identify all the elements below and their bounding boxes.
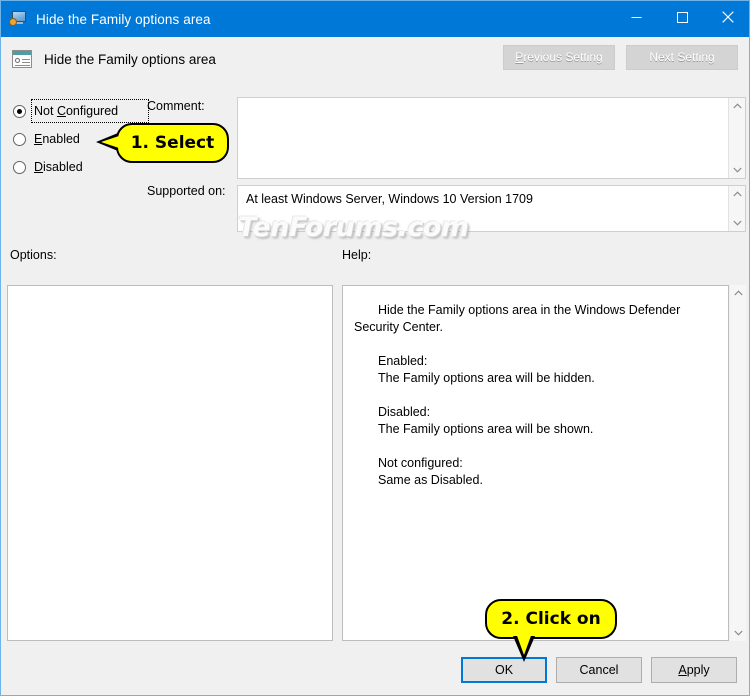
radio-not-configured[interactable]: Not Configured (13, 97, 149, 125)
radio-disabled-indicator[interactable] (13, 160, 26, 174)
supported-on-scrollbar[interactable] (728, 186, 745, 231)
callout-step-1-label: 1. Select (130, 133, 215, 153)
policy-setting-icon (9, 10, 27, 28)
supported-on-label: Supported on: (147, 184, 226, 198)
callout-step-1: 1. Select (96, 123, 229, 163)
maximize-button[interactable] (659, 1, 705, 33)
window-controls (613, 1, 749, 33)
supported-on-value: At least Windows Server, Windows 10 Vers… (246, 192, 533, 206)
callout-step-2-label: 2. Click on (501, 609, 601, 629)
callout-step-2: 2. Click on (485, 599, 617, 662)
next-setting-button[interactable]: Next Setting (626, 45, 738, 70)
callout-2-tail-fill (516, 633, 532, 655)
help-panel: Hide the Family options area in the Wind… (342, 285, 729, 641)
minimize-icon (631, 16, 641, 18)
apply-button[interactable]: Apply (651, 657, 737, 683)
previous-setting-button[interactable]: Previous Setting (503, 45, 615, 70)
radio-not-configured-indicator[interactable] (13, 104, 26, 118)
title-bar: Hide the Family options area (1, 1, 749, 37)
help-spacer-2 (354, 387, 716, 404)
next-setting-label: Next Setting (649, 50, 715, 64)
help-disabled-body: The Family options area will be shown. (378, 422, 594, 436)
setting-title: Hide the Family options area (44, 51, 216, 67)
gpedit-setting-icon (12, 50, 32, 68)
scroll-up-icon[interactable] (733, 285, 743, 301)
scroll-up-icon[interactable] (732, 186, 742, 202)
setting-header: Hide the Family options area Previous Se… (2, 37, 749, 81)
help-spacer-3 (354, 438, 716, 455)
scroll-down-icon[interactable] (732, 162, 742, 178)
maximize-icon (676, 11, 688, 23)
cancel-button[interactable]: Cancel (556, 657, 642, 683)
scroll-down-icon[interactable] (732, 215, 742, 231)
comment-field[interactable] (237, 97, 746, 179)
close-icon (722, 11, 734, 23)
comment-input[interactable] (238, 98, 728, 178)
comment-scrollbar[interactable] (728, 98, 745, 178)
scroll-down-icon[interactable] (733, 625, 743, 641)
help-notconfigured-body: Same as Disabled. (378, 473, 483, 487)
close-button[interactable] (705, 1, 749, 33)
minimize-button[interactable] (613, 1, 659, 33)
previous-setting-label-rest: revious Setting (523, 50, 603, 64)
help-notconfigured-heading: Not configured: (378, 456, 463, 470)
scroll-up-icon[interactable] (732, 98, 742, 114)
help-enabled-body: The Family options area will be hidden. (378, 371, 595, 385)
window-title: Hide the Family options area (36, 11, 211, 27)
radio-enabled-label: Enabled (34, 132, 80, 146)
options-label: Options: (10, 248, 57, 262)
dialog-button-bar: OK Cancel Apply (461, 657, 737, 683)
callout-1-tail-fill (101, 136, 119, 148)
comment-label: Comment: (147, 99, 205, 113)
group-policy-setting-dialog: Hide the Family options area Hide the Fa… (0, 0, 750, 696)
help-spacer-1 (354, 336, 716, 353)
help-scrollbar[interactable] (730, 285, 746, 641)
options-panel[interactable] (7, 285, 333, 641)
help-enabled-heading: Enabled: (378, 354, 428, 368)
help-intro: Hide the Family options area in the Wind… (354, 303, 681, 334)
radio-disabled-label: Disabled (34, 160, 83, 174)
setting-navigation: Previous Setting Next Setting (503, 45, 738, 70)
radio-enabled-indicator[interactable] (13, 132, 26, 146)
help-text: Hide the Family options area in the Wind… (343, 286, 728, 499)
focus-outline (31, 99, 149, 123)
supported-on-field: At least Windows Server, Windows 10 Vers… (237, 185, 746, 232)
help-disabled-heading: Disabled: (378, 405, 431, 419)
help-label: Help: (342, 248, 372, 262)
